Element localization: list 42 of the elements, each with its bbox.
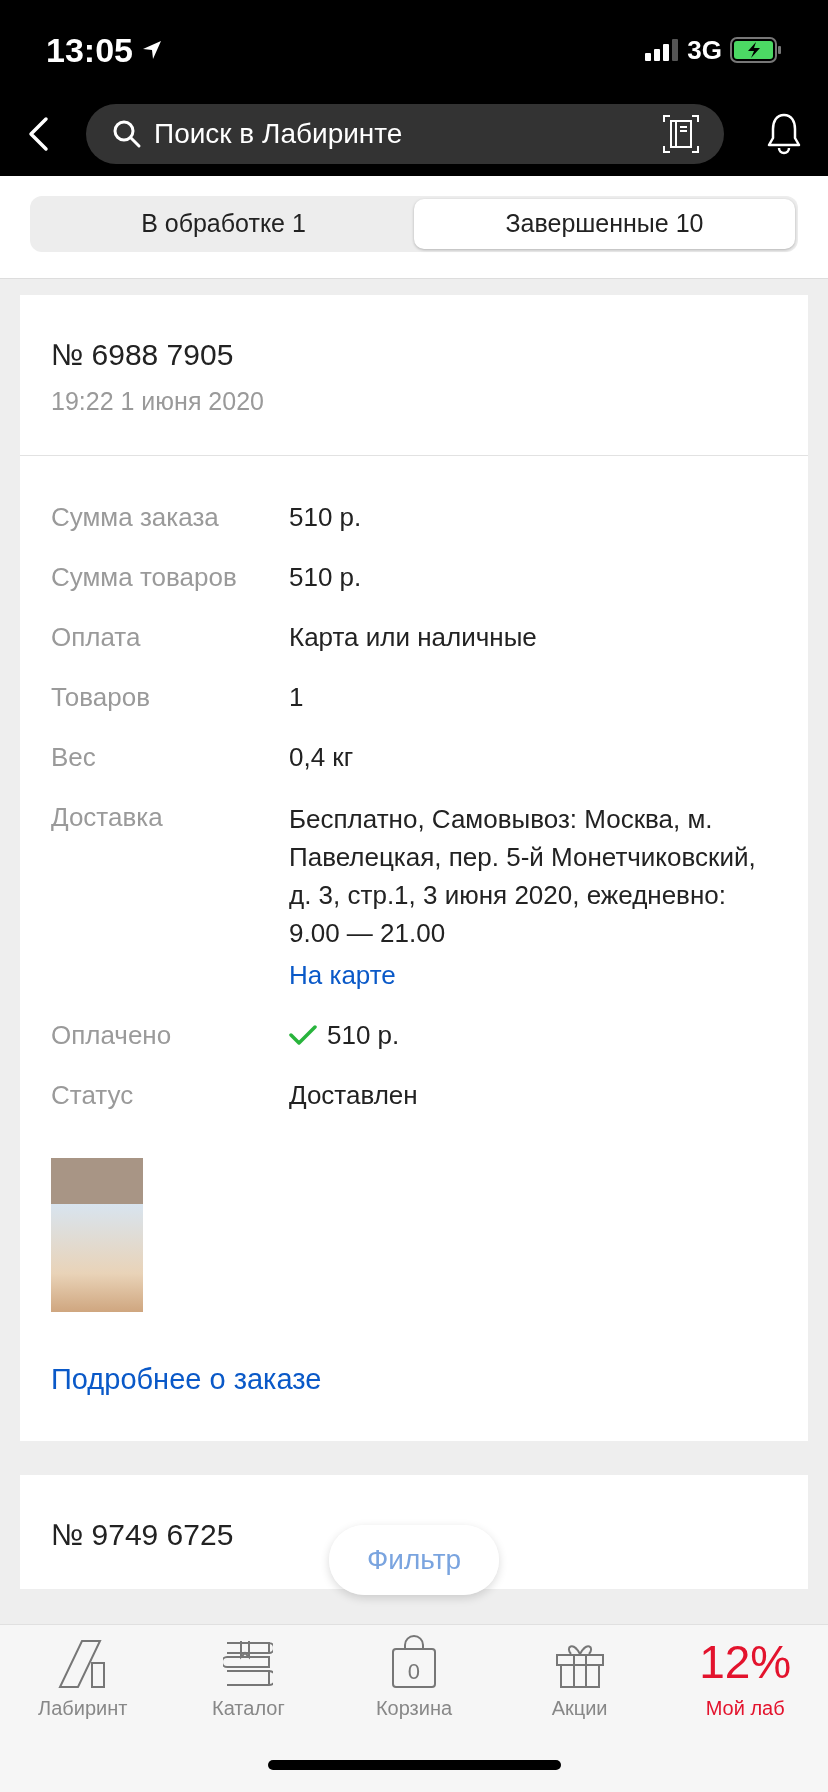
status-tab[interactable]: В обработке 1 [33, 199, 414, 249]
search-icon [112, 119, 142, 149]
detail-label: Товаров [51, 680, 152, 714]
search-field[interactable]: Поиск в Лабиринте [86, 104, 724, 164]
detail-value: Бесплатно, Самовывоз: Москва, м. Павелецкая, пер. 5-й Монетчиковский, д. 3, стр.1, 3 июня 2020, ежедневно: 9.00 — 21.00 [289, 802, 757, 950]
detail-label: Оплачено [51, 1018, 173, 1052]
cart-count: 0 [406, 1658, 422, 1686]
order-number: № 6988 7905 [51, 337, 235, 373]
detail-value: Доставлен [289, 1078, 419, 1112]
check-icon [289, 1023, 317, 1046]
map-link[interactable]: На карте [289, 957, 777, 992]
discount-percent[interactable]: 12% [699, 1635, 792, 1689]
detail-value: 1 [289, 680, 305, 714]
detail-value: 0,4 кг [289, 740, 355, 774]
order-details-link[interactable]: Подробнее о заказе [51, 1357, 777, 1401]
order-number: № 9749 6725 [51, 1517, 235, 1553]
status-tab[interactable]: Завершенные 10 [414, 199, 795, 249]
detail-value: 510 р. [289, 560, 363, 594]
book-cover-placeholder[interactable] [51, 1157, 143, 1312]
book-scan-icon[interactable] [662, 114, 700, 154]
tab-bar-label[interactable]: Корзина [375, 1693, 453, 1723]
tab-bar-label[interactable]: Акции [551, 1693, 608, 1723]
filter-button[interactable]: Фильтр [328, 1525, 500, 1595]
books-icon[interactable] [223, 1639, 274, 1689]
detail-label: Статус [51, 1078, 135, 1112]
logo-icon[interactable] [57, 1639, 108, 1689]
detail-label: Оплата [51, 620, 142, 654]
tab-bar-label[interactable]: Мой лаб [705, 1693, 785, 1723]
detail-label: Доставка [51, 800, 164, 834]
detail-label: Вес [51, 740, 97, 774]
order-date: 19:22 1 июня 2020 [51, 386, 265, 417]
detail-value: 510 р. [289, 500, 363, 534]
detail-value: Карта или наличные [289, 620, 538, 654]
status-time: 13:05 [46, 29, 133, 71]
tab-bar-label[interactable]: Лабиринт [38, 1693, 128, 1723]
signal-icon [645, 39, 680, 61]
tab-bar-label[interactable]: Каталог [212, 1693, 285, 1723]
detail-value: 510 р. [327, 1018, 400, 1052]
notification-bell-icon[interactable] [766, 112, 802, 156]
detail-label: Сумма заказа [51, 500, 220, 534]
network-label: 3G [687, 33, 722, 67]
detail-label: Сумма товаров [51, 560, 238, 594]
